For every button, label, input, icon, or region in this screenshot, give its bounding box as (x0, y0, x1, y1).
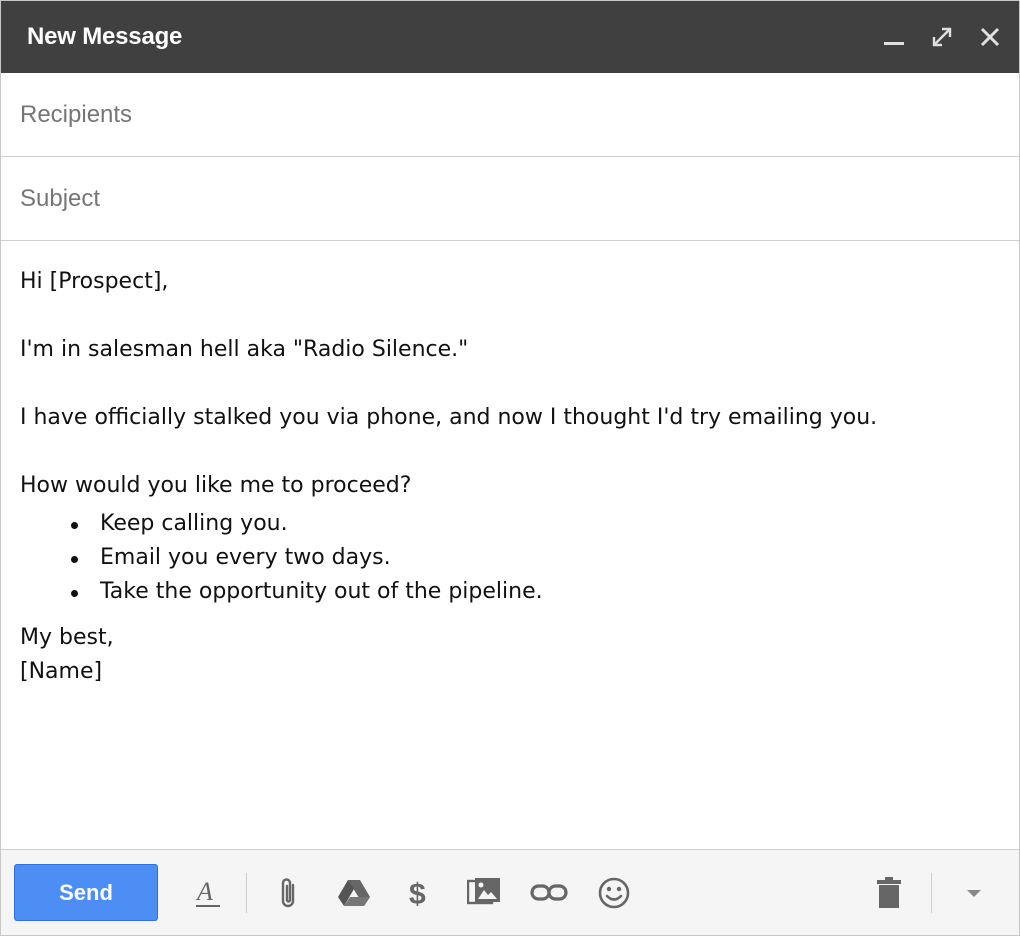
expand-icon[interactable] (927, 22, 957, 52)
list-item-text: Email you every two days. (100, 545, 391, 570)
toolbar-divider (246, 872, 247, 913)
send-button[interactable]: Send (14, 864, 158, 921)
toolbar-divider (931, 872, 932, 913)
close-icon[interactable] (975, 22, 1005, 52)
body-paragraph: I'm in salesman hell aka "Radio Silence.… (20, 337, 469, 362)
signature-text: [Name] (20, 659, 103, 684)
money-icon[interactable]: $ (397, 871, 441, 915)
list-item-text: Keep calling you. (100, 511, 288, 536)
list-item-text: Take the opportunity out of the pipeline… (100, 579, 543, 604)
message-body[interactable]: Hi [Prospect], I'm in salesman hell aka … (1, 241, 1019, 850)
photo-icon[interactable] (462, 871, 506, 915)
minimize-icon[interactable] (879, 22, 909, 52)
svg-text:A: A (195, 877, 213, 906)
options-list: Keep calling you. Email you every two da… (20, 507, 1000, 609)
bullet-icon (71, 522, 78, 529)
compose-toolbar: Send A $ (1, 849, 1019, 935)
list-item: Keep calling you. (20, 507, 1000, 541)
recipients-row (1, 73, 1019, 157)
more-options-icon[interactable] (952, 871, 996, 915)
recipients-input[interactable] (20, 100, 1000, 129)
list-item: Take the opportunity out of the pipeline… (20, 575, 1000, 609)
compose-titlebar[interactable]: New Message (1, 1, 1019, 73)
emoji-icon[interactable] (592, 871, 636, 915)
svg-text:$: $ (409, 878, 426, 910)
link-icon[interactable] (527, 871, 571, 915)
trash-icon[interactable] (867, 871, 911, 915)
bullet-icon (71, 556, 78, 563)
attach-icon[interactable] (267, 871, 311, 915)
closing-text: My best, (20, 625, 114, 650)
window-title: New Message (27, 23, 183, 50)
subject-input[interactable] (20, 184, 1000, 213)
body-paragraph: How would you like me to proceed? (20, 473, 412, 498)
list-item: Email you every two days. (20, 541, 1000, 575)
greeting-text: Hi [Prospect], (20, 269, 169, 294)
text-format-icon[interactable]: A (186, 871, 230, 915)
compose-window: New Message Hi [Prospect (0, 0, 1020, 936)
body-paragraph: I have officially stalked you via phone,… (20, 405, 878, 430)
window-controls (879, 22, 1005, 52)
bullet-icon (71, 590, 78, 597)
drive-icon[interactable] (332, 871, 376, 915)
subject-row (1, 157, 1019, 241)
